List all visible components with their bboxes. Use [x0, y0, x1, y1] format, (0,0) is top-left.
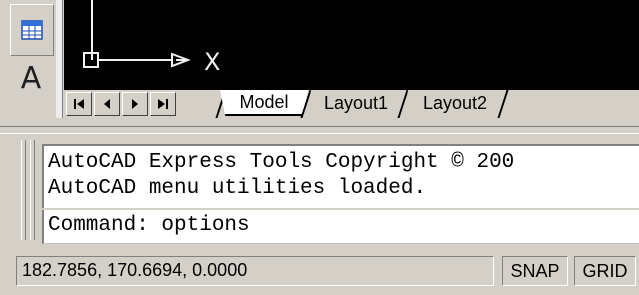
status-bar: 182.7856, 170.6694, 0.0000 SNAP GRID	[0, 248, 639, 295]
text-button[interactable]: A	[10, 56, 52, 100]
command-line-input[interactable]: Command: options	[42, 210, 639, 244]
next-icon	[132, 99, 138, 109]
toolbar-edge	[56, 0, 63, 118]
window-splitter[interactable]	[0, 126, 639, 134]
previous-tab-button[interactable]	[94, 92, 120, 116]
tab-model-label: Model	[239, 91, 289, 112]
grid-button[interactable]: GRID	[574, 256, 636, 286]
command-window-grip[interactable]	[18, 140, 38, 240]
last-icon	[158, 99, 168, 109]
history-line: AutoCAD Express Tools Copyright © 200	[48, 151, 515, 174]
ucs-icon	[83, 0, 191, 68]
drawing-area[interactable]: X	[64, 0, 639, 90]
snap-button[interactable]: SNAP	[502, 256, 568, 286]
command-history: AutoCAD Express Tools Copyright © 200 Aut…	[42, 144, 639, 208]
grip-bar	[21, 140, 26, 240]
tab-layout1-label: Layout1	[323, 92, 389, 113]
tab-layout1[interactable]: Layout1	[308, 90, 404, 116]
first-tab-button[interactable]	[66, 92, 92, 116]
history-line: AutoCAD menu utilities loaded.	[48, 177, 427, 200]
grip-bar	[30, 140, 35, 240]
first-icon	[74, 99, 84, 109]
previous-icon	[104, 99, 110, 109]
layout-tab-strip: Model Layout1 Layout2	[64, 90, 639, 118]
text-icon: A	[20, 60, 42, 96]
next-tab-button[interactable]	[122, 92, 148, 116]
table-icon	[21, 20, 43, 40]
tab-layout2[interactable]: Layout2	[405, 90, 505, 116]
left-toolbar: A	[0, 0, 56, 118]
coordinate-display[interactable]: 182.7856, 170.6694, 0.0000	[16, 256, 494, 286]
tab-model[interactable]: Model	[220, 90, 308, 116]
ucs-x-label: X	[204, 48, 221, 76]
tab-layout2-label: Layout2	[422, 92, 488, 113]
table-button[interactable]	[10, 4, 54, 56]
last-tab-button[interactable]	[150, 92, 176, 116]
